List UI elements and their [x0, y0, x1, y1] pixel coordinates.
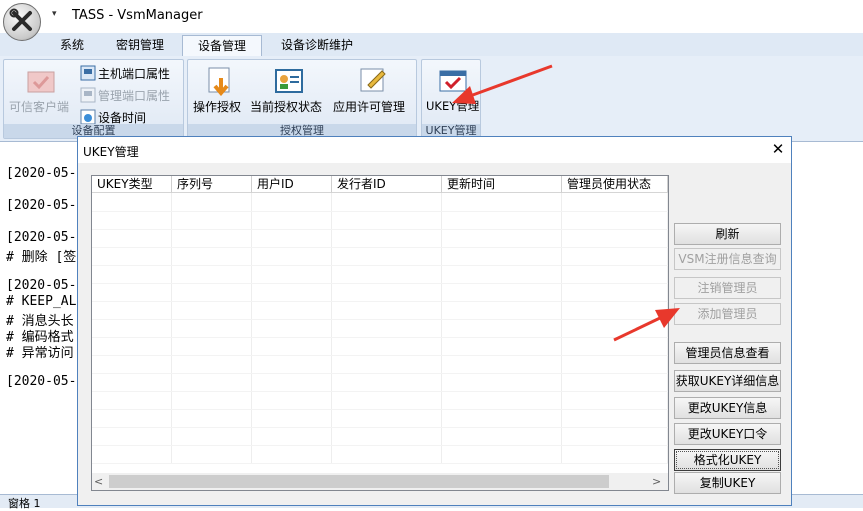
- host-port-icon: [80, 65, 96, 84]
- grid-line: [561, 193, 562, 463]
- log-line: # 异常访问: [6, 346, 74, 361]
- grid-line: [92, 265, 668, 266]
- get-ukey-detail-button[interactable]: 获取UKEY详细信息: [674, 370, 781, 392]
- log-line: # 删除 [签: [6, 250, 77, 265]
- license-icon: [358, 65, 388, 98]
- grid-line: [92, 373, 668, 374]
- log-line: [2020-05-: [6, 230, 77, 245]
- mgmt-port-icon: [80, 87, 96, 106]
- window-title: TASS - VsmManager: [72, 8, 203, 23]
- host-port-props-button[interactable]: 主机端口属性: [98, 65, 170, 82]
- auth-status-icon: [274, 68, 304, 97]
- grid-line: [171, 193, 172, 463]
- grid-line: [92, 427, 668, 428]
- grid-line: [251, 193, 252, 463]
- copy-ukey-button[interactable]: 复制UKEY: [674, 472, 781, 494]
- ribbon-tabbar: 系统 密钥管理 设备管理 设备诊断维护: [0, 33, 863, 57]
- grid-line: [92, 283, 668, 284]
- tab-key-management[interactable]: 密钥管理: [104, 35, 176, 55]
- change-ukey-pin-button[interactable]: 更改UKEY口令: [674, 423, 781, 445]
- refresh-button[interactable]: 刷新: [674, 223, 781, 245]
- change-ukey-info-button[interactable]: 更改UKEY信息: [674, 397, 781, 419]
- grid-line: [92, 337, 668, 338]
- quick-access-menu-icon[interactable]: ▾: [52, 9, 57, 19]
- grid-line: [441, 193, 442, 463]
- operation-auth-icon: [205, 66, 235, 99]
- grid-line: [92, 301, 668, 302]
- ukey-icon: [438, 68, 468, 97]
- trusted-client-button[interactable]: 可信客户端: [9, 98, 69, 115]
- mgmt-port-props-button[interactable]: 管理端口属性: [98, 87, 170, 104]
- operation-auth-button[interactable]: 操作授权: [193, 98, 241, 115]
- tab-device-management[interactable]: 设备管理: [182, 35, 262, 56]
- grid-line: [92, 391, 668, 392]
- group-auth-management: 操作授权 当前授权状态 应用许可管理 授权管理: [187, 59, 417, 139]
- view-admin-info-button[interactable]: 管理员信息查看: [674, 342, 781, 364]
- grid-line: [92, 445, 668, 446]
- grid-line: [92, 463, 668, 464]
- grid-line: [92, 355, 668, 356]
- scroll-thumb[interactable]: [109, 475, 609, 488]
- close-icon[interactable]: ✕: [768, 139, 788, 159]
- ribbon: 可信客户端 主机端口属性 管理端口属性 设备时间 设备配置 操作授权 当前授权状…: [0, 56, 863, 142]
- dialog-titlebar: [78, 137, 791, 163]
- column-header-ukey-type[interactable]: UKEY类型: [92, 176, 172, 193]
- grid-line: [92, 247, 668, 248]
- grid-line: [92, 229, 668, 230]
- format-ukey-button[interactable]: 格式化UKEY: [674, 449, 781, 471]
- log-line: # KEEP_AL: [6, 294, 77, 309]
- column-header-issuer-id[interactable]: 发行者ID: [332, 176, 442, 193]
- app-tools-icon[interactable]: [3, 3, 41, 41]
- group-ukey-management: UKEY管理 UKEY管理: [421, 59, 481, 139]
- logout-admin-button[interactable]: 注销管理员: [674, 277, 781, 299]
- dialog-title: UKEY管理: [83, 145, 139, 159]
- tab-device-diagnostics[interactable]: 设备诊断维护: [268, 35, 366, 55]
- scroll-left-icon[interactable]: <: [94, 473, 108, 490]
- ukey-mgmt-button[interactable]: UKEY管理: [426, 98, 479, 114]
- status-pane-label: 窗格 1: [8, 497, 41, 510]
- ukey-management-dialog: UKEY管理 ✕ UKEY类型 序列号 用户ID 发行者ID 更新时间 管理员使…: [77, 136, 792, 506]
- add-admin-button[interactable]: 添加管理员: [674, 303, 781, 325]
- current-auth-status-button[interactable]: 当前授权状态: [250, 98, 322, 115]
- column-header-update-time[interactable]: 更新时间: [442, 176, 562, 193]
- tab-system[interactable]: 系统: [48, 35, 96, 55]
- column-header-user-id[interactable]: 用户ID: [252, 176, 332, 193]
- log-line: [2020-05-: [6, 374, 77, 389]
- scroll-right-icon[interactable]: >: [652, 473, 666, 490]
- vsm-registration-query-button[interactable]: VSM注册信息查询: [674, 248, 781, 270]
- trusted-client-icon: [26, 68, 56, 99]
- grid-line: [667, 193, 668, 463]
- group-device-config: 可信客户端 主机端口属性 管理端口属性 设备时间 设备配置: [3, 59, 184, 139]
- log-line: [2020-05-: [6, 278, 77, 293]
- column-header-serial[interactable]: 序列号: [172, 176, 252, 193]
- log-line: [2020-05-: [6, 198, 77, 213]
- grid-line: [92, 211, 668, 212]
- app-license-mgmt-button[interactable]: 应用许可管理: [333, 98, 405, 115]
- grid-line: [92, 409, 668, 410]
- horizontal-scrollbar[interactable]: < >: [92, 473, 668, 490]
- grid-line: [331, 193, 332, 463]
- log-line: [2020-05-: [6, 166, 77, 181]
- ukey-list[interactable]: UKEY类型 序列号 用户ID 发行者ID 更新时间 管理员使用状态 < >: [91, 175, 669, 491]
- grid-line: [92, 319, 668, 320]
- column-header-admin-status[interactable]: 管理员使用状态: [562, 176, 668, 193]
